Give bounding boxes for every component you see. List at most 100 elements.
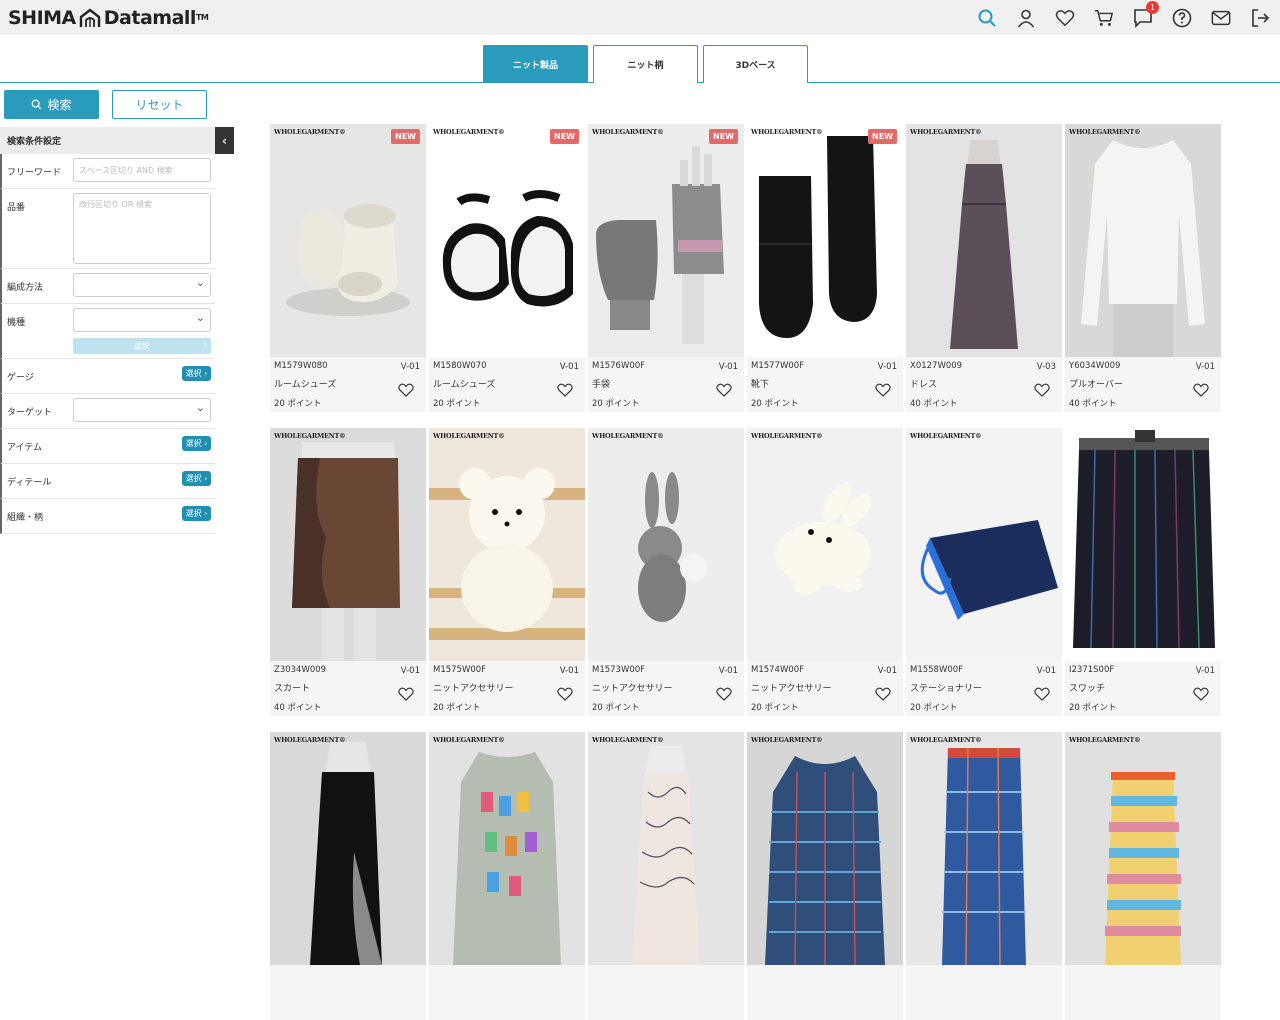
- product-card[interactable]: WHOLEGARMENT® M1574W00F V-01 ニットアクセサリー 2…: [747, 428, 903, 716]
- target-label: ターゲット: [7, 408, 53, 418]
- favorite-heart-icon[interactable]: [398, 383, 414, 397]
- chevron-left-icon: ‹: [222, 133, 227, 148]
- favorite-heart-icon[interactable]: [1034, 687, 1050, 701]
- slip-dress-illustration: [310, 742, 382, 965]
- product-image: WHOLEGARMENT®: [270, 732, 426, 965]
- product-code: M1558W00F: [910, 665, 964, 675]
- heart-icon[interactable]: [1055, 8, 1075, 28]
- product-image: WHOLEGARMENT®: [588, 428, 744, 661]
- wholegarment-logo: WHOLEGARMENT®: [751, 736, 823, 744]
- product-meta: Z3034W009 V-01 スカート 40 ポイント: [270, 661, 426, 716]
- product-version: V-01: [559, 666, 579, 676]
- product-card[interactable]: WHOLEGARMENT®: [906, 732, 1062, 1020]
- freeword-input[interactable]: スペース区切り AND 検索: [73, 158, 211, 182]
- knit-method-select[interactable]: [73, 273, 211, 297]
- product-meta: M1579W080 V-01 ルームシューズ 20 ポイント: [270, 357, 426, 412]
- product-code: Z3034W009: [274, 665, 327, 675]
- product-card[interactable]: WHOLEGARMENT® M1573W00F V-01 ニットアクセサリー 2…: [588, 428, 744, 716]
- gauge-select-button[interactable]: 選択 ›: [182, 366, 211, 381]
- wholegarment-logo: WHOLEGARMENT®: [433, 432, 505, 440]
- tab-knit-patterns[interactable]: ニット柄: [593, 45, 698, 83]
- product-points: 20 ポイント: [592, 703, 640, 713]
- product-code: M1580W070: [433, 361, 487, 371]
- product-version: V-03: [1036, 362, 1056, 372]
- target-select[interactable]: [73, 398, 211, 422]
- favorite-heart-icon[interactable]: [557, 687, 573, 701]
- wholegarment-logo: WHOLEGARMENT®: [592, 736, 664, 744]
- favorite-heart-icon[interactable]: [557, 383, 573, 397]
- skirt-illustration: [292, 442, 400, 661]
- product-code: I2371S00F: [1069, 665, 1115, 675]
- wholegarment-logo: WHOLEGARMENT®: [751, 432, 823, 440]
- pattern-select-button[interactable]: 選択 ›: [182, 506, 211, 521]
- pattern-label: 組織・柄: [7, 513, 44, 523]
- product-version: V-01: [1036, 666, 1056, 676]
- item-select-button[interactable]: 選択 ›: [182, 436, 211, 451]
- rabbit-toy-illustration: [638, 472, 708, 622]
- product-card[interactable]: WHOLEGARMENT® NEW M1576W00F V-01 手袋 20 ポ…: [588, 124, 744, 412]
- product-card[interactable]: WHOLEGARMENT®: [1065, 732, 1221, 1020]
- baby-shoes-illustration: [442, 190, 573, 307]
- hinban-textarea[interactable]: 改行区切り OR 検索: [73, 193, 211, 264]
- product-image: WHOLEGARMENT®: [906, 428, 1062, 661]
- favorite-heart-icon[interactable]: [716, 383, 732, 397]
- favorite-heart-icon[interactable]: [1193, 383, 1209, 397]
- product-points: 40 ポイント: [910, 399, 958, 409]
- product-card[interactable]: WHOLEGARMENT® NEW M1579W080 V-01 ルームシューズ…: [270, 124, 426, 412]
- product-points: 20 ポイント: [751, 399, 799, 409]
- wholegarment-logo: WHOLEGARMENT®: [274, 736, 346, 744]
- product-card[interactable]: I2371S00F V-01 スワッチ 20 ポイント: [1065, 428, 1221, 716]
- brand-left: SHIMA: [8, 6, 76, 29]
- search-icon[interactable]: [977, 8, 997, 28]
- product-card[interactable]: WHOLEGARMENT® X0127W009 V-03 ドレス 40 ポイント: [906, 124, 1062, 412]
- product-card[interactable]: WHOLEGARMENT® Y6034W009 V-01 プルオーバー 40 ポ…: [1065, 124, 1221, 412]
- cart-icon[interactable]: [1094, 8, 1114, 28]
- product-image: WHOLEGARMENT®: [747, 428, 903, 661]
- product-card[interactable]: WHOLEGARMENT®: [588, 732, 744, 1020]
- wholegarment-logo: WHOLEGARMENT®: [910, 432, 982, 440]
- product-version: V-01: [877, 666, 897, 676]
- search-button[interactable]: 検索: [4, 90, 99, 119]
- product-card[interactable]: WHOLEGARMENT® M1558W00F V-01 ステーショナリー 20…: [906, 428, 1062, 716]
- new-badge: NEW: [868, 129, 897, 144]
- product-card[interactable]: WHOLEGARMENT®: [429, 732, 585, 1020]
- socks-illustration: [759, 136, 877, 338]
- search-conditions-label: 検索条件設定: [7, 137, 62, 147]
- stripe-dress-illustration: [1105, 772, 1181, 965]
- collapse-sidebar-button[interactable]: ‹: [215, 127, 234, 154]
- favorite-heart-icon[interactable]: [716, 687, 732, 701]
- favorite-heart-icon[interactable]: [398, 687, 414, 701]
- product-card[interactable]: WHOLEGARMENT® Z3034W009 V-01 スカート 40 ポイン…: [270, 428, 426, 716]
- knit-method-label: 編成方法: [7, 283, 44, 293]
- mail-icon[interactable]: [1211, 8, 1231, 28]
- check-dress-illustration: [765, 756, 885, 965]
- chat-icon[interactable]: 1: [1133, 0, 1159, 28]
- tab-knit-products[interactable]: ニット製品: [483, 45, 588, 83]
- product-card[interactable]: WHOLEGARMENT®: [270, 732, 426, 1020]
- filter-hinban: 品番 改行区切り OR 検索: [0, 189, 215, 269]
- freeword-label: フリーワード: [7, 168, 62, 178]
- product-card[interactable]: WHOLEGARMENT® NEW M1580W070 V-01 ルームシューズ…: [429, 124, 585, 412]
- search-conditions-title: 検索条件設定 ‹: [0, 127, 234, 154]
- reset-button[interactable]: リセット: [112, 90, 207, 119]
- machine-choose-button[interactable]: 選択: [73, 338, 211, 354]
- product-image: WHOLEGARMENT® NEW: [270, 124, 426, 357]
- product-card[interactable]: WHOLEGARMENT® M1575W00F V-01 ニットアクセサリー 2…: [429, 428, 585, 716]
- favorite-heart-icon[interactable]: [1034, 383, 1050, 397]
- shima-datamall-logo[interactable]: SHIMA Datamall TM: [8, 6, 209, 29]
- favorite-heart-icon[interactable]: [875, 687, 891, 701]
- user-icon[interactable]: [1016, 8, 1036, 28]
- tab-3d-base[interactable]: 3Dベース: [703, 45, 808, 83]
- favorite-heart-icon[interactable]: [875, 383, 891, 397]
- category-tabs-row: ニット製品 ニット柄 3Dベース: [0, 35, 1280, 83]
- logout-icon[interactable]: [1250, 8, 1270, 28]
- product-card[interactable]: WHOLEGARMENT® NEW M1577W00F V-01 靴下 20 ポ…: [747, 124, 903, 412]
- product-card[interactable]: WHOLEGARMENT®: [747, 732, 903, 1020]
- detail-select-button[interactable]: 選択 ›: [182, 471, 211, 486]
- help-icon[interactable]: [1172, 8, 1192, 28]
- top-bar: SHIMA Datamall TM 1: [0, 0, 1280, 35]
- machine-select[interactable]: [73, 308, 211, 332]
- filter-gauge: ゲージ 選択 ›: [0, 359, 215, 394]
- favorite-heart-icon[interactable]: [1193, 687, 1209, 701]
- filter-knit-method: 編成方法: [0, 269, 215, 304]
